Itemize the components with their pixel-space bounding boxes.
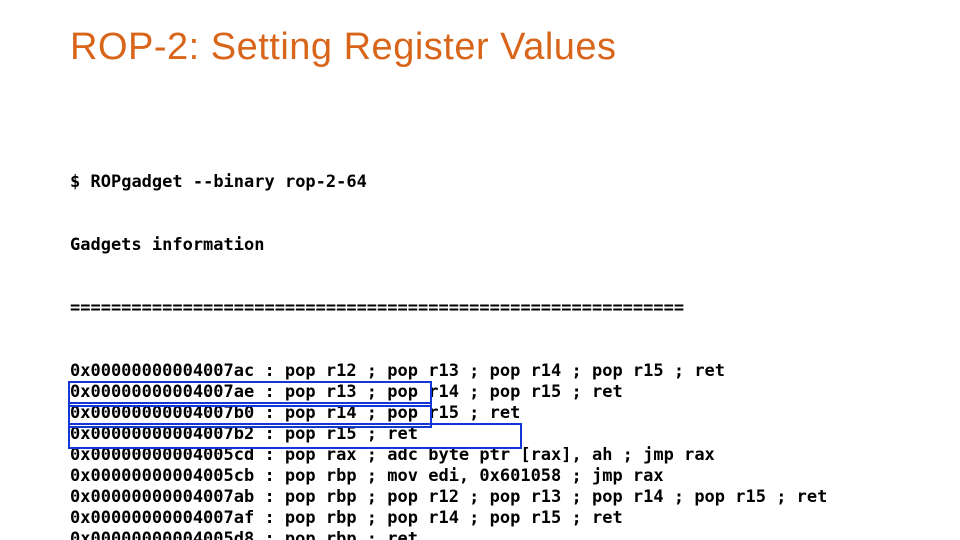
prompt: $: [70, 172, 80, 192]
gadget-row: 0x00000000004005cd : pop rax ; adc byte …: [70, 445, 940, 466]
gadget-row: 0x00000000004007ac : pop r12 ; pop r13 ;…: [70, 361, 940, 382]
command-line: $ ROPgadget --binary rop-2-64: [70, 172, 940, 193]
gadget-row: 0x00000000004005cb : pop rbp ; mov edi, …: [70, 466, 940, 487]
gadget-list: 0x00000000004007ac : pop r12 ; pop r13 ;…: [70, 361, 940, 540]
gadget-row: 0x00000000004007b0 : pop r14 ; pop r15 ;…: [70, 403, 940, 424]
gadget-row: 0x00000000004007ae : pop r13 ; pop r14 ;…: [70, 382, 940, 403]
divider: ========================================…: [70, 298, 940, 319]
command-text: ROPgadget --binary rop-2-64: [91, 172, 367, 192]
terminal-output: $ ROPgadget --binary rop-2-64 Gadgets in…: [70, 130, 940, 540]
gadgets-info-label: Gadgets information: [70, 235, 940, 256]
gadget-row: 0x00000000004007b2 : pop r15 ; ret: [70, 424, 940, 445]
slide-title: ROP-2: Setting Register Values: [70, 26, 617, 69]
slide: ROP-2: Setting Register Values $ ROPgadg…: [0, 0, 960, 540]
gadget-row: 0x00000000004007af : pop rbp ; pop r14 ;…: [70, 508, 940, 529]
gadget-row: 0x00000000004005d8 : pop rbp ; ret: [70, 529, 940, 540]
gadget-row: 0x00000000004007ab : pop rbp ; pop r12 ;…: [70, 487, 940, 508]
